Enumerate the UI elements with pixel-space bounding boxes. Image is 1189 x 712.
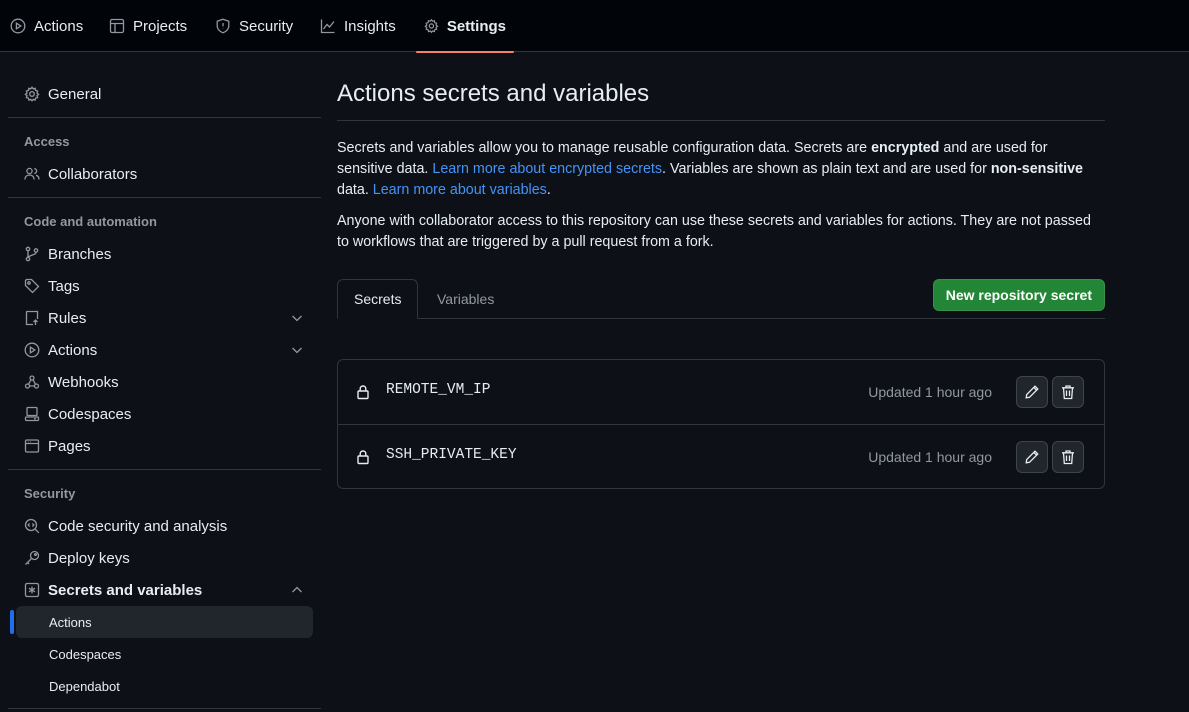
learn-more-variables-link[interactable]: Learn more about variables — [373, 182, 547, 198]
secrets-tabs: Secrets Variables New repository secret — [337, 279, 1105, 319]
sidebar-item-collaborators[interactable]: Collaborators — [16, 158, 313, 190]
new-repository-secret-button[interactable]: New repository secret — [932, 279, 1105, 311]
webhook-icon — [24, 375, 40, 389]
tab-projects[interactable]: Projects — [101, 0, 195, 52]
sidebar-item-codespaces[interactable]: Codespaces — [16, 398, 313, 430]
intro-text: Secrets and variables allow you to manag… — [337, 140, 872, 156]
intro-paragraph: Secrets and variables allow you to manag… — [337, 138, 1105, 201]
browser-icon — [24, 439, 40, 453]
sidebar-subitem-codespaces[interactable]: Codespaces — [16, 638, 313, 670]
people-icon — [24, 167, 40, 180]
pencil-icon — [1025, 450, 1039, 464]
codescan-icon — [24, 518, 40, 534]
sidebar-heading-access: Access — [24, 134, 70, 149]
sidebar-item-label: Branches — [48, 245, 112, 263]
table-icon — [109, 18, 125, 34]
intro-bold-non-sensitive: non-sensitive — [990, 161, 1083, 177]
branch-icon — [25, 246, 39, 262]
secret-updated: Updated 1 hour ago — [868, 449, 992, 465]
secret-name: SSH_PRIVATE_KEY — [386, 447, 517, 463]
play-icon — [10, 18, 26, 34]
sidebar-item-label: Deploy keys — [48, 549, 130, 567]
secrets-list: REMOTE_VM_IP Updated 1 hour ago SSH_PRIV… — [337, 359, 1105, 489]
sidebar-heading-code-automation: Code and automation — [24, 214, 157, 229]
sidebar-item-actions[interactable]: Actions — [16, 334, 313, 366]
page-title: Actions secrets and variables — [337, 80, 650, 107]
sidebar-item-pages[interactable]: Pages — [16, 430, 313, 462]
sidebar-item-label: General — [48, 85, 102, 103]
sidebar-heading-security: Security — [24, 486, 76, 501]
learn-more-secrets-link[interactable]: Learn more about encrypted secrets — [432, 161, 662, 177]
tab-actions[interactable]: Actions — [2, 0, 91, 52]
tab-security[interactable]: Security — [207, 0, 301, 52]
secret-updated: Updated 1 hour ago — [868, 384, 992, 400]
edit-secret-button[interactable] — [1016, 376, 1048, 408]
pencil-icon — [1025, 385, 1039, 399]
sidebar-item-code-security[interactable]: Code security and analysis — [16, 510, 313, 542]
sidebar-item-label: Tags — [48, 277, 80, 295]
sidebar-item-secrets-variables[interactable]: Secrets and variables — [16, 574, 313, 606]
secret-name: REMOTE_VM_IP — [386, 382, 491, 398]
trash-icon — [1062, 385, 1074, 400]
trash-icon — [1062, 450, 1074, 465]
access-note: Anyone with collaborator access to this … — [337, 213, 1091, 250]
intro-text: . — [546, 182, 551, 198]
sidebar-item-general[interactable]: General — [16, 78, 313, 110]
sidebar-item-branches[interactable]: Branches — [16, 238, 313, 270]
sidebar-divider — [8, 197, 321, 198]
title-divider — [337, 120, 1105, 121]
secret-row: SSH_PRIVATE_KEY Updated 1 hour ago — [338, 424, 1104, 488]
sidebar-item-rules[interactable]: Rules — [16, 302, 313, 334]
tab-variables[interactable]: Variables — [421, 279, 510, 319]
sidebar-divider — [8, 469, 321, 470]
sidebar-divider — [8, 708, 321, 709]
delete-secret-button[interactable] — [1052, 441, 1084, 473]
sidebar-subitem-actions[interactable]: Actions — [16, 606, 313, 638]
sidebar-item-tags[interactable]: Tags — [16, 270, 313, 302]
sidebar-item-webhooks[interactable]: Webhooks — [16, 366, 313, 398]
tab-insights-label: Insights — [344, 17, 396, 35]
chevron-down-icon — [292, 315, 302, 322]
delete-secret-button[interactable] — [1052, 376, 1084, 408]
graph-icon — [320, 19, 335, 34]
lock-icon — [355, 384, 371, 400]
tab-settings[interactable]: Settings — [416, 0, 514, 53]
sidebar-item-label: Rules — [48, 309, 87, 327]
gear-icon — [24, 86, 40, 102]
asterisk-icon — [24, 582, 40, 598]
repo-nav: Actions Projects Security Insights Setti… — [0, 0, 1189, 53]
sidebar-item-label: Actions — [48, 341, 98, 359]
tab-actions-label: Actions — [34, 17, 84, 35]
sidebar-subitem-dependabot[interactable]: Dependabot — [16, 670, 313, 702]
selected-indicator — [10, 610, 14, 634]
edit-secret-button[interactable] — [1016, 441, 1048, 473]
gear-icon — [424, 18, 439, 34]
secret-row: REMOTE_VM_IP Updated 1 hour ago — [338, 360, 1104, 424]
sidebar-item-label: Codespaces — [48, 405, 132, 423]
tag-icon — [24, 278, 40, 294]
sidebar-item-label: Code security and analysis — [48, 517, 228, 535]
sidebar-item-label: Webhooks — [48, 373, 119, 391]
sidebar-item-deploy-keys[interactable]: Deploy keys — [16, 542, 313, 574]
shield-icon — [216, 18, 230, 34]
sidebar-item-label: Collaborators — [48, 165, 138, 183]
intro-bold-encrypted: encrypted — [871, 140, 940, 156]
tab-insights[interactable]: Insights — [312, 0, 404, 52]
chevron-down-icon — [292, 347, 302, 354]
intro-text: . Variables are shown as plain text and … — [662, 161, 991, 177]
tab-secrets[interactable]: Secrets — [337, 279, 419, 319]
intro-text: data. — [337, 182, 373, 198]
tab-settings-label: Settings — [446, 17, 506, 35]
play-icon — [24, 342, 40, 358]
tab-projects-label: Projects — [133, 17, 188, 35]
tab-security-label: Security — [239, 17, 294, 35]
chevron-up-icon — [292, 586, 302, 593]
repo-push-icon — [25, 310, 39, 326]
codespaces-icon — [24, 406, 40, 422]
sidebar-item-label: Pages — [48, 437, 91, 455]
key-icon — [25, 550, 40, 565]
sidebar-item-label: Secrets and variables — [48, 581, 203, 599]
lock-icon — [355, 449, 371, 465]
sidebar-divider — [8, 117, 321, 118]
